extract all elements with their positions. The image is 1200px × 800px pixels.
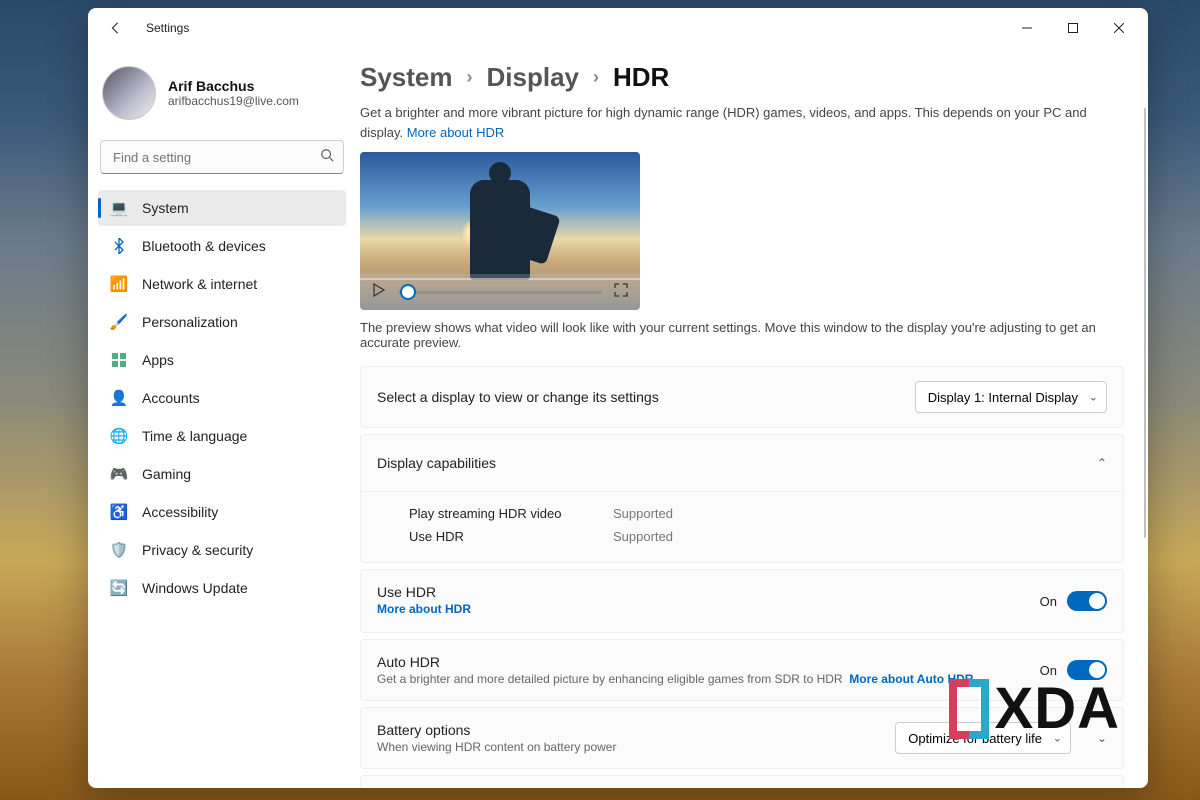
auto-hdr-panel: Auto HDR Get a brighter and more detaile… — [360, 639, 1124, 701]
breadcrumb-system[interactable]: System — [360, 62, 453, 93]
sidebar-item-bluetooth[interactable]: Bluetooth & devices — [98, 228, 346, 264]
user-block[interactable]: Arif Bacchus arifbacchus19@live.com — [98, 56, 346, 136]
accessibility-icon: ♿ — [110, 503, 128, 521]
display-capabilities-expander[interactable]: Display capabilities ⌃ — [361, 435, 1123, 491]
minimize-button[interactable] — [1004, 8, 1050, 48]
user-name: Arif Bacchus — [168, 78, 299, 94]
sidebar-item-network[interactable]: 📶 Network & internet — [98, 266, 346, 302]
display-dropdown[interactable]: Display 1: Internal Display ⌄ — [915, 381, 1107, 413]
maximize-button[interactable] — [1050, 8, 1096, 48]
search-icon — [320, 148, 334, 167]
chevron-up-icon: ⌃ — [1097, 456, 1107, 470]
chevron-down-icon[interactable]: ⌄ — [1097, 731, 1107, 745]
bluetooth-icon — [110, 237, 128, 255]
sidebar-item-accessibility[interactable]: ♿ Accessibility — [98, 494, 346, 530]
privacy-icon: 🛡️ — [110, 541, 128, 559]
sidebar-item-label: Bluetooth & devices — [142, 238, 266, 254]
sidebar-item-label: Accessibility — [142, 504, 218, 520]
sidebar-item-apps[interactable]: Apps — [98, 342, 346, 378]
system-icon: 💻 — [110, 199, 128, 217]
window-title: Settings — [146, 21, 189, 35]
main-content: System › Display › HDR Get a brighter an… — [356, 48, 1148, 788]
use-hdr-more-link[interactable]: More about HDR — [377, 602, 471, 616]
preview-caption: The preview shows what video will look l… — [360, 320, 1124, 350]
search-box — [100, 140, 344, 174]
personalization-icon: 🖌️ — [110, 313, 128, 331]
auto-hdr-more-link[interactable]: More about Auto HDR — [849, 672, 973, 686]
sidebar-item-label: Network & internet — [142, 276, 257, 292]
battery-options-dropdown[interactable]: Optimize for battery life ⌄ — [895, 722, 1071, 754]
sidebar-item-label: Gaming — [142, 466, 191, 482]
chevron-down-icon: ⌄ — [1089, 391, 1098, 404]
minimize-icon — [1022, 23, 1032, 33]
sidebar-item-label: Privacy & security — [142, 542, 253, 558]
auto-hdr-toggle[interactable] — [1067, 660, 1107, 680]
page-description: Get a brighter and more vibrant picture … — [360, 103, 1124, 142]
more-about-hdr-link[interactable]: More about HDR — [407, 125, 505, 140]
hdr-preview-video — [360, 152, 640, 310]
breadcrumb: System › Display › HDR — [360, 62, 1124, 93]
chevron-right-icon: › — [467, 67, 473, 88]
accounts-icon: 👤 — [110, 389, 128, 407]
sidebar-item-time[interactable]: 🌐 Time & language — [98, 418, 346, 454]
apps-icon — [110, 351, 128, 369]
sidebar-item-label: Time & language — [142, 428, 247, 444]
fullscreen-icon — [614, 283, 628, 297]
sidebar-item-update[interactable]: 🔄 Windows Update — [98, 570, 346, 606]
chevron-right-icon: › — [593, 67, 599, 88]
hdr-brightness-panel: HDR content brightness Move this window … — [360, 775, 1124, 788]
battery-options-panel: Battery options When viewing HDR content… — [360, 707, 1124, 769]
play-button[interactable] — [372, 283, 386, 302]
capabilities-body: Play streaming HDR videoSupportedUse HDR… — [361, 491, 1123, 562]
close-icon — [1114, 23, 1124, 33]
play-icon — [372, 283, 386, 297]
back-arrow-icon — [109, 21, 123, 35]
sidebar-item-label: Windows Update — [142, 580, 248, 596]
update-icon: 🔄 — [110, 579, 128, 597]
avatar — [102, 66, 156, 120]
fullscreen-button[interactable] — [614, 283, 628, 302]
sidebar-item-label: Accounts — [142, 390, 200, 406]
select-display-panel: Select a display to view or change its s… — [360, 366, 1124, 428]
capability-row: Use HDRSupported — [409, 525, 1107, 548]
page-title: HDR — [613, 62, 669, 93]
breadcrumb-display[interactable]: Display — [487, 62, 580, 93]
gaming-icon: 🎮 — [110, 465, 128, 483]
nav-list: 💻 System Bluetooth & devices 📶 Network & int… — [98, 190, 346, 606]
display-capabilities-panel: Display capabilities ⌃ Play streaming HD… — [360, 434, 1124, 563]
titlebar: Settings — [88, 8, 1148, 48]
sidebar-item-privacy[interactable]: 🛡️ Privacy & security — [98, 532, 346, 568]
capability-row: Play streaming HDR videoSupported — [409, 502, 1107, 525]
back-button[interactable] — [102, 14, 130, 42]
sidebar-item-system[interactable]: 💻 System — [98, 190, 346, 226]
settings-window: Settings Arif Bacchus arifbacchus19@live… — [88, 8, 1148, 788]
select-display-label: Select a display to view or change its s… — [377, 389, 903, 405]
sidebar-item-gaming[interactable]: 🎮 Gaming — [98, 456, 346, 492]
sidebar-item-label: Apps — [142, 352, 174, 368]
time-icon: 🌐 — [110, 427, 128, 445]
search-input[interactable] — [100, 140, 344, 174]
scrollbar[interactable] — [1144, 108, 1146, 538]
user-email: arifbacchus19@live.com — [168, 94, 299, 108]
close-button[interactable] — [1096, 8, 1142, 48]
sidebar-item-personalization[interactable]: 🖌️ Personalization — [98, 304, 346, 340]
video-seek-slider[interactable] — [398, 291, 602, 294]
sidebar-item-accounts[interactable]: 👤 Accounts — [98, 380, 346, 416]
sidebar-item-label: Personalization — [142, 314, 238, 330]
sidebar-item-label: System — [142, 200, 189, 216]
network-icon: 📶 — [110, 275, 128, 293]
video-controls — [360, 274, 640, 310]
use-hdr-panel: Use HDR More about HDR On — [360, 569, 1124, 633]
use-hdr-toggle[interactable] — [1067, 591, 1107, 611]
chevron-down-icon: ⌄ — [1053, 732, 1062, 745]
maximize-icon — [1068, 23, 1078, 33]
sidebar: Arif Bacchus arifbacchus19@live.com 💻 Sys… — [88, 48, 356, 788]
